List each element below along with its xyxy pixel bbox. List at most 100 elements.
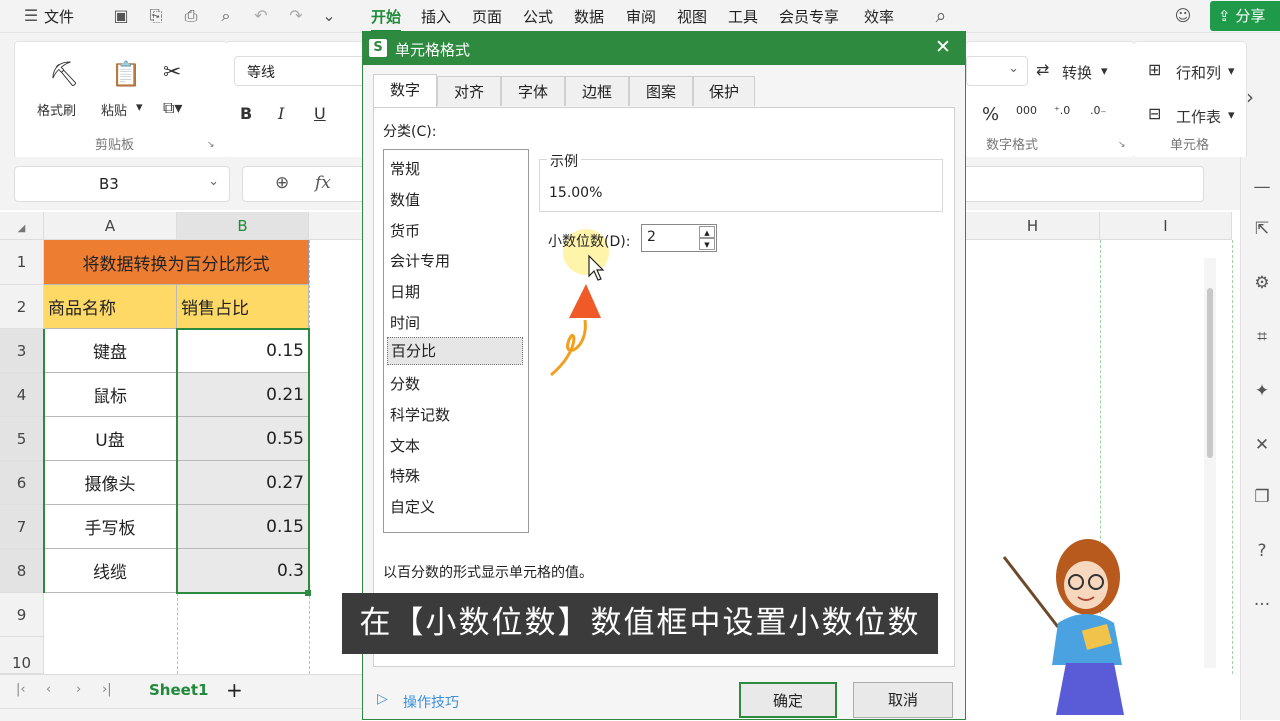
thousands-separator-button[interactable]: 000	[1016, 104, 1037, 117]
tab-review[interactable]: 审阅	[626, 6, 656, 27]
more-quick-access-icon[interactable]: ⌄	[318, 5, 340, 27]
tab-font[interactable]: 字体	[501, 76, 565, 106]
crop-icon[interactable]: ⌗	[1251, 327, 1273, 349]
export-icon[interactable]: ⎘	[145, 5, 167, 27]
zoom-formula-icon[interactable]: ⊕	[275, 173, 289, 193]
adjust-settings-icon[interactable]: ⚙	[1251, 273, 1273, 295]
convert-icon[interactable]: ⇄	[1036, 60, 1049, 79]
row-col-button[interactable]: 行和列	[1176, 62, 1221, 83]
tab-insert[interactable]: 插入	[421, 6, 451, 27]
category-item[interactable]: 时间	[390, 312, 420, 333]
convert-dropdown-icon[interactable]: ▾	[1101, 64, 1108, 79]
italic-button[interactable]: I	[278, 104, 284, 123]
book-icon[interactable]: ❐	[1251, 487, 1273, 509]
row-header-9[interactable]: 9	[0, 593, 44, 637]
number-format-launcher-icon[interactable]: ↘	[1118, 140, 1126, 150]
tab-number[interactable]: 数字	[373, 74, 437, 107]
worksheet-dropdown-icon[interactable]: ▾	[1228, 108, 1235, 123]
decimal-places-input[interactable]: 2 ▲ ▼	[641, 224, 717, 252]
worksheet-button[interactable]: 工作表	[1176, 106, 1221, 127]
category-item[interactable]: 科学记数	[390, 404, 450, 425]
convert-button[interactable]: 转换	[1062, 62, 1092, 83]
header-cell-product[interactable]: 商品名称	[44, 285, 177, 329]
row-header-3[interactable]: 3	[0, 329, 44, 373]
column-header-c[interactable]	[309, 212, 363, 240]
sheet-tab-sheet1[interactable]: Sheet1	[149, 681, 208, 699]
product-cell[interactable]: 摄像头	[44, 461, 177, 505]
ok-button[interactable]: 确定	[739, 682, 837, 718]
tab-pattern[interactable]: 图案	[629, 76, 693, 106]
tab-formula[interactable]: 公式	[523, 6, 553, 27]
copy-icon[interactable]: ⧉▾	[163, 98, 182, 118]
product-cell[interactable]: 线缆	[44, 549, 177, 593]
category-item[interactable]: 文本	[390, 435, 420, 456]
fill-handle[interactable]	[305, 590, 311, 596]
tools-icon[interactable]: ✕	[1251, 435, 1273, 457]
column-header-i[interactable]: I	[1100, 212, 1232, 240]
font-name-select[interactable]: 等线	[234, 56, 376, 86]
decrease-decimal-icon[interactable]: .0₋	[1090, 104, 1106, 117]
tab-home[interactable]: 开始	[371, 6, 402, 32]
number-format-select[interactable]: ⌄	[966, 56, 1028, 86]
minimize-panel-icon[interactable]: —	[1251, 177, 1273, 199]
column-header-a[interactable]: A	[44, 212, 177, 240]
cut-icon[interactable]: ✂	[163, 60, 181, 85]
category-item[interactable]: 常规	[390, 158, 420, 179]
category-item[interactable]: 日期	[390, 281, 420, 302]
category-item[interactable]: 特殊	[390, 465, 420, 486]
category-item-selected[interactable]: 百分比	[387, 337, 523, 365]
row-header-10[interactable]: 10	[0, 637, 44, 674]
fx-button[interactable]: fx	[315, 173, 331, 193]
tab-efficiency[interactable]: 效率	[864, 6, 894, 27]
row-header-4[interactable]: 4	[0, 373, 44, 417]
product-cell[interactable]: 键盘	[44, 329, 177, 373]
category-item[interactable]: 货币	[390, 220, 420, 241]
print-preview-icon[interactable]: ⌕	[215, 5, 237, 27]
prev-sheet-icon[interactable]: ‹	[46, 682, 51, 697]
more-icon[interactable]: ···	[1251, 595, 1273, 617]
name-box[interactable]: B3 ⌄	[14, 166, 230, 202]
spin-up-button[interactable]: ▲	[699, 226, 715, 238]
row-col-icon[interactable]: ⊞	[1148, 60, 1161, 79]
paste-button[interactable]: 粘贴	[101, 100, 127, 119]
tab-tools[interactable]: 工具	[728, 6, 758, 27]
add-sheet-button[interactable]: +	[226, 678, 243, 702]
format-painter-button[interactable]: 格式刷	[37, 100, 76, 119]
column-header-h[interactable]: H	[966, 212, 1100, 240]
category-list[interactable]: 常规 数值 货币 会计专用 日期 时间 百分比 分数 科学记数 文本 特殊 自定…	[383, 149, 529, 533]
vertical-scrollbar[interactable]	[1204, 258, 1216, 668]
category-item[interactable]: 数值	[390, 189, 420, 210]
comment-icon[interactable]: ☺	[1172, 5, 1194, 27]
tab-member[interactable]: 会员专享	[779, 6, 839, 27]
spin-down-button[interactable]: ▼	[699, 238, 715, 250]
category-item[interactable]: 自定义	[390, 496, 435, 517]
row-header-1[interactable]: 1	[0, 240, 44, 285]
print-icon[interactable]: ⎙	[180, 5, 202, 27]
format-painter-icon[interactable]: ⛏	[49, 60, 79, 88]
undo-icon[interactable]: ↶	[250, 5, 272, 27]
menu-file[interactable]: 文件	[44, 6, 74, 27]
tips-icon[interactable]: ▷	[377, 691, 388, 707]
cancel-button[interactable]: 取消	[853, 682, 953, 718]
category-item[interactable]: 分数	[390, 373, 420, 394]
worksheet-icon[interactable]: ⊟	[1148, 104, 1161, 123]
scrollbar-thumb[interactable]	[1207, 288, 1213, 458]
close-icon[interactable]: ✕	[935, 36, 951, 58]
help-icon[interactable]: ?	[1251, 541, 1273, 563]
row-header-2[interactable]: 2	[0, 285, 44, 329]
row-header-8[interactable]: 8	[0, 549, 44, 593]
redo-icon[interactable]: ↷	[285, 5, 307, 27]
tab-alignment[interactable]: 对齐	[437, 76, 501, 106]
ribbon-scroll-right-icon[interactable]: ›	[1246, 85, 1254, 109]
tab-view[interactable]: 视图	[677, 6, 707, 27]
paste-icon[interactable]: 📋	[111, 60, 141, 88]
title-cell[interactable]: 将数据转换为百分比形式	[44, 240, 309, 285]
tab-page[interactable]: 页面	[472, 6, 502, 27]
dialog-launcher-icon[interactable]: ↘	[207, 140, 215, 150]
row-col-dropdown-icon[interactable]: ▾	[1228, 64, 1235, 79]
percent-style-button[interactable]: %	[982, 104, 999, 125]
row-header-7[interactable]: 7	[0, 505, 44, 549]
product-cell[interactable]: 手写板	[44, 505, 177, 549]
select-cursor-icon[interactable]: ⇱	[1251, 219, 1273, 241]
header-cell-sales-ratio[interactable]: 销售占比	[177, 285, 309, 329]
